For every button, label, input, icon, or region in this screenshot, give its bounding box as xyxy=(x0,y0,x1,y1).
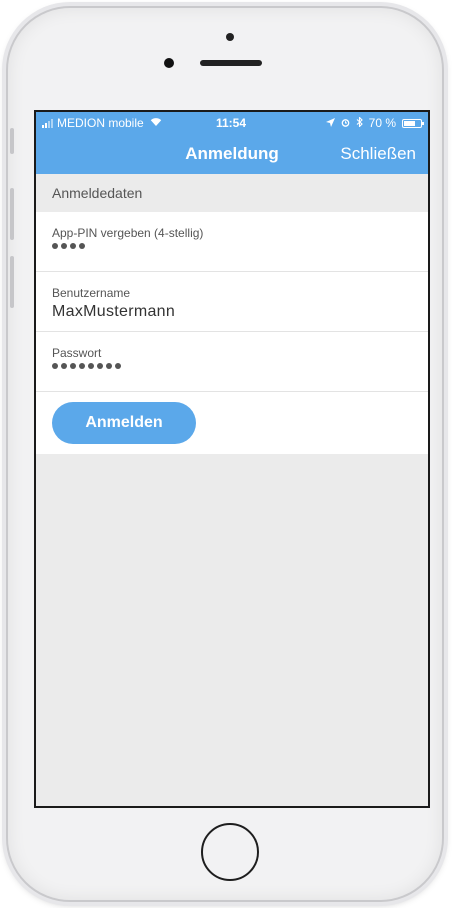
location-icon xyxy=(325,116,335,130)
mute-switch xyxy=(10,128,14,154)
password-label: Passwort xyxy=(52,346,102,360)
password-masked-value[interactable] xyxy=(52,363,121,369)
front-camera xyxy=(164,58,174,68)
volume-up-button xyxy=(10,188,14,240)
mask-dot xyxy=(97,363,103,369)
divider xyxy=(36,391,428,392)
wifi-icon xyxy=(150,117,162,129)
mask-dot xyxy=(61,363,67,369)
carrier-name: MEDION mobile xyxy=(57,116,144,130)
login-button[interactable]: Anmelden xyxy=(52,402,196,444)
username-label: Benutzername xyxy=(52,286,131,300)
battery-level xyxy=(404,120,416,126)
status-bar: MEDION mobile 11:54 70 % xyxy=(36,112,428,134)
section-title: Anmeldedaten xyxy=(52,185,143,201)
close-button[interactable]: Schließen xyxy=(340,144,416,164)
screen: MEDION mobile 11:54 70 % Anmeldung Schli… xyxy=(34,110,430,808)
mask-dot xyxy=(106,363,112,369)
navigation-bar: Anmeldung Schließen xyxy=(36,134,428,174)
mask-dot xyxy=(115,363,121,369)
mask-dot xyxy=(79,243,85,249)
home-button[interactable] xyxy=(201,823,259,881)
mask-dot xyxy=(70,363,76,369)
mask-dot xyxy=(52,363,58,369)
mask-dot xyxy=(61,243,67,249)
battery-percent: 70 % xyxy=(368,116,396,130)
alarm-icon xyxy=(341,116,350,130)
status-time: 11:54 xyxy=(216,116,247,130)
username-field[interactable]: Benutzername MaxMustermann xyxy=(36,272,428,332)
signal-icon xyxy=(42,118,53,128)
earpiece-speaker xyxy=(200,60,262,66)
proximity-sensor xyxy=(226,33,234,41)
section-header: Anmeldedaten xyxy=(36,174,428,212)
mask-dot xyxy=(88,363,94,369)
mask-dot xyxy=(52,243,58,249)
mask-dot xyxy=(70,243,76,249)
volume-down-button xyxy=(10,256,14,308)
password-field[interactable]: Passwort xyxy=(36,332,428,392)
bluetooth-icon xyxy=(356,116,363,130)
username-input[interactable]: MaxMustermann xyxy=(52,303,175,321)
login-form: App-PIN vergeben (4-stellig) Benutzernam… xyxy=(36,212,428,454)
pin-label: App-PIN vergeben (4-stellig) xyxy=(52,226,204,240)
battery-icon xyxy=(402,118,424,128)
mask-dot xyxy=(79,363,85,369)
pin-field[interactable]: App-PIN vergeben (4-stellig) xyxy=(36,212,428,272)
pin-masked-value[interactable] xyxy=(52,243,85,249)
